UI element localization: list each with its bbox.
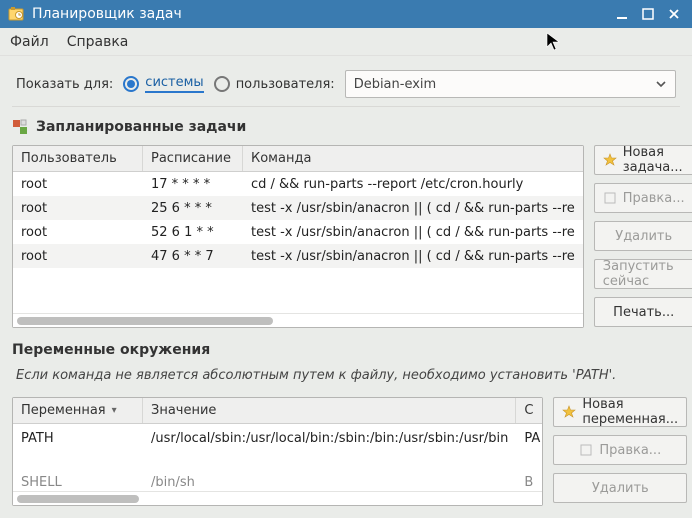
minimize-button[interactable] xyxy=(612,4,632,24)
edit-icon xyxy=(579,443,593,457)
chevron-down-icon: ▾ xyxy=(112,405,117,416)
tasks-buttons: Новая задача... Правка... Удалить Запуст… xyxy=(594,145,692,328)
vars-hscroll[interactable] xyxy=(13,491,542,505)
table-row[interactable]: PATH /usr/local/sbin:/usr/local/bin:/sbi… xyxy=(13,424,542,452)
edit-task-button[interactable]: Правка... xyxy=(594,183,692,213)
tasks-tbody: root 17 * * * * cd / && run-parts --repo… xyxy=(13,172,583,313)
tasks-hscroll-thumb[interactable] xyxy=(17,317,273,325)
vars-tbody: PATH /usr/local/sbin:/usr/local/bin:/sbi… xyxy=(13,424,542,491)
table-row[interactable]: root 25 6 * * * test -x /usr/sbin/anacro… xyxy=(13,196,583,220)
star-icon xyxy=(562,405,576,419)
menu-help[interactable]: Справка xyxy=(67,34,129,50)
tasks-table-head: Пользователь Расписание Команда xyxy=(13,146,583,172)
tasks-col-schedule[interactable]: Расписание xyxy=(143,146,243,171)
new-var-button[interactable]: Новая переменная... xyxy=(553,397,687,427)
vars-pane: Переменная ▾ Значение С PATH /usr/local/… xyxy=(12,397,680,506)
vars-table: Переменная ▾ Значение С PATH /usr/local/… xyxy=(12,397,543,506)
close-button[interactable] xyxy=(664,4,684,24)
tasks-icon xyxy=(12,119,28,135)
table-row[interactable]: root 52 6 1 * * test -x /usr/sbin/anacro… xyxy=(13,220,583,244)
chevron-down-icon xyxy=(655,78,667,90)
vars-col-value[interactable]: Значение xyxy=(143,398,516,423)
vars-header: Переменные окружения xyxy=(12,336,680,360)
radio-system-dot xyxy=(123,76,139,92)
edit-icon xyxy=(603,191,617,205)
run-task-button[interactable]: Запустить сейчас xyxy=(594,259,692,289)
delete-var-button[interactable]: Удалить xyxy=(553,473,687,503)
vars-col-c3[interactable]: С xyxy=(516,398,542,423)
tasks-table: Пользователь Расписание Команда root 17 … xyxy=(12,145,584,328)
table-row[interactable]: root 17 * * * * cd / && run-parts --repo… xyxy=(13,172,583,196)
radio-user[interactable]: пользователя: xyxy=(214,76,335,92)
vars-hscroll-thumb[interactable] xyxy=(17,495,139,503)
new-task-button[interactable]: Новая задача... xyxy=(594,145,692,175)
vars-col-name[interactable]: Переменная ▾ xyxy=(13,398,143,423)
radio-user-label: пользователя: xyxy=(236,77,335,92)
menubar: Файл Справка xyxy=(0,28,692,56)
radio-user-dot xyxy=(214,76,230,92)
table-row[interactable]: root 47 6 * * 7 test -x /usr/sbin/anacro… xyxy=(13,244,583,268)
maximize-button[interactable] xyxy=(638,4,658,24)
user-select-value: Debian-exim xyxy=(354,77,437,92)
tasks-pane: Пользователь Расписание Команда root 17 … xyxy=(12,145,680,328)
tasks-title: Запланированные задачи xyxy=(36,119,246,135)
filter-row: Показать для: системы пользователя: Debi… xyxy=(12,64,680,107)
vars-title: Переменные окружения xyxy=(12,342,210,358)
window: Планировщик задач Файл Справка Показать … xyxy=(0,0,692,518)
vars-table-head: Переменная ▾ Значение С xyxy=(13,398,542,424)
edit-var-button[interactable]: Правка... xyxy=(553,435,687,465)
tasks-hscroll[interactable] xyxy=(13,313,583,327)
star-icon xyxy=(603,153,617,167)
window-title: Планировщик задач xyxy=(32,6,606,22)
app-icon xyxy=(8,6,24,22)
tasks-col-user[interactable]: Пользователь xyxy=(13,146,143,171)
radio-system-label: системы xyxy=(145,75,203,93)
table-row[interactable]: SHELL /bin/sh B xyxy=(13,452,542,490)
delete-task-button[interactable]: Удалить xyxy=(594,221,692,251)
tasks-header: Запланированные задачи xyxy=(12,115,680,137)
mouse-cursor xyxy=(546,32,562,52)
vars-buttons: Новая переменная... Правка... Удалить xyxy=(553,397,687,506)
user-select[interactable]: Debian-exim xyxy=(345,70,676,98)
menu-file[interactable]: Файл xyxy=(10,34,49,50)
tasks-col-command[interactable]: Команда xyxy=(243,146,583,171)
radio-system[interactable]: системы xyxy=(123,75,203,93)
vars-hint: Если команда не является абсолютным путе… xyxy=(12,368,680,389)
filter-label: Показать для: xyxy=(16,77,113,92)
print-button[interactable]: Печать... xyxy=(594,297,692,327)
content: Показать для: системы пользователя: Debi… xyxy=(0,56,692,518)
titlebar: Планировщик задач xyxy=(0,0,692,28)
